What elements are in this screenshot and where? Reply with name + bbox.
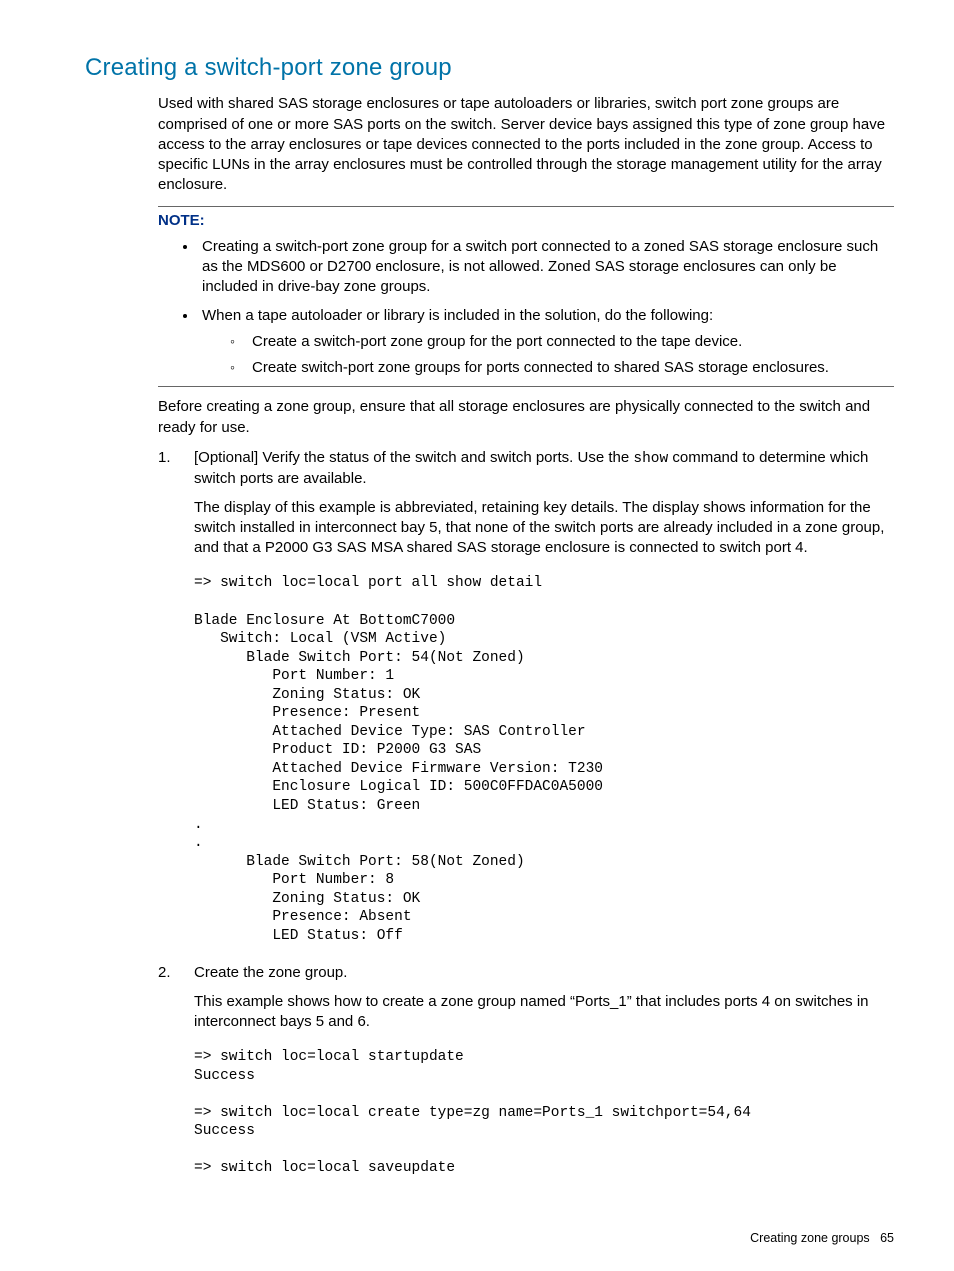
step-item: 1. [Optional] Verify the status of the s… — [158, 448, 894, 946]
code-block: => switch loc=local port all show detail… — [194, 574, 894, 945]
step-number: 1. — [158, 448, 171, 468]
list-item: Create a switch-port zone group for the … — [230, 332, 894, 352]
footer-text: Creating zone groups — [750, 1231, 870, 1245]
text: [Optional] Verify the status of the swit… — [194, 449, 633, 466]
note-list: Creating a switch-port zone group for a … — [158, 237, 894, 379]
step-paragraph: This example shows how to create a zone … — [194, 992, 894, 1033]
list-item: Creating a switch-port zone group for a … — [198, 237, 894, 298]
page-number: 65 — [880, 1231, 894, 1245]
inline-code: show — [633, 451, 668, 467]
step-paragraph: The display of this example is abbreviat… — [194, 498, 894, 559]
content-block: Used with shared SAS storage enclosures … — [158, 94, 894, 1178]
sub-list: Create a switch-port zone group for the … — [202, 332, 894, 379]
steps-list: 1. [Optional] Verify the status of the s… — [158, 448, 894, 1178]
section-heading: Creating a switch-port zone group — [85, 52, 894, 84]
divider — [158, 386, 894, 387]
page: Creating a switch-port zone group Used w… — [0, 0, 954, 1271]
list-item: When a tape autoloader or library is inc… — [198, 306, 894, 379]
page-footer: Creating zone groups 65 — [750, 1230, 894, 1247]
step-paragraph: [Optional] Verify the status of the swit… — [194, 448, 894, 490]
step-number: 2. — [158, 963, 171, 983]
before-paragraph: Before creating a zone group, ensure tha… — [158, 397, 894, 438]
intro-paragraph: Used with shared SAS storage enclosures … — [158, 94, 894, 195]
step-paragraph: Create the zone group. — [194, 963, 894, 983]
code-block: => switch loc=local startupdate Success … — [194, 1048, 894, 1178]
step-item: 2. Create the zone group. This example s… — [158, 963, 894, 1178]
list-item: Create switch-port zone groups for ports… — [230, 358, 894, 378]
list-item-text: When a tape autoloader or library is inc… — [202, 307, 713, 324]
divider — [158, 206, 894, 207]
note-label: NOTE: — [158, 211, 894, 231]
